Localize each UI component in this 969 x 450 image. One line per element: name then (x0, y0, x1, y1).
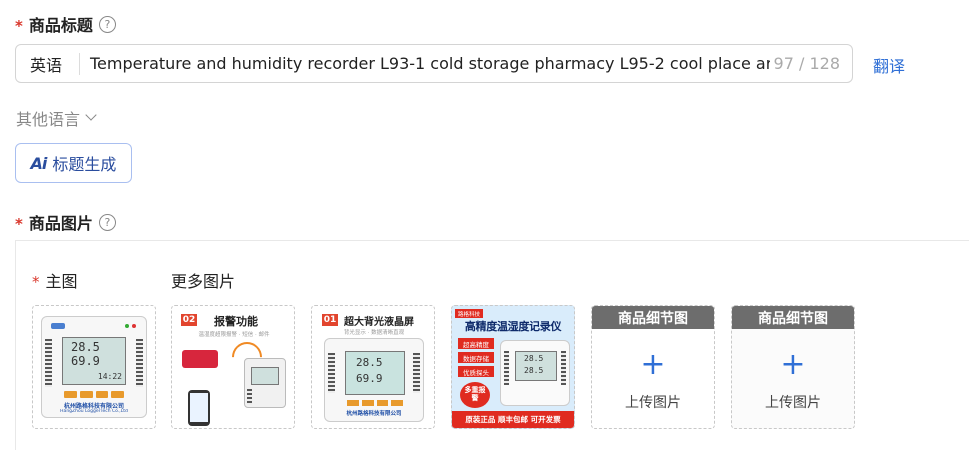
image-field-label: * 商品图片 ? (15, 210, 116, 234)
language-select[interactable]: 英语 (16, 52, 80, 75)
lcd-temperature: 28.5 (71, 340, 100, 354)
title-label-text: 商品标题 (28, 16, 93, 35)
ai-title-generate-button[interactable]: Ai 标题生成 (15, 143, 132, 183)
lcd-humidity: 69.9 (71, 354, 100, 368)
lcd-screen: 28.5 28.5 (515, 351, 557, 381)
feature-title: 报警功能 (214, 315, 258, 328)
side-vent (504, 351, 509, 385)
upload-slot-text: 上传图片 (765, 395, 821, 411)
led-indicator (132, 324, 136, 328)
title-input[interactable]: 英语 Temperature and humidity recorder L93… (15, 44, 853, 83)
upload-slot-detail-image[interactable]: 商品细节图 + 上传图片 (591, 305, 715, 429)
char-counter: 97 / 128 (773, 54, 840, 73)
image-label-text: 商品图片 (28, 214, 93, 233)
feature-badge: 02 (181, 314, 197, 326)
lcd-humidity: 28.5 (524, 366, 544, 375)
promo-title: 高精度温湿度记录仪 (464, 320, 562, 333)
phone-graphic (188, 390, 210, 426)
required-mark: * (15, 17, 23, 35)
brand-tag: 路格科技 (455, 309, 484, 318)
upload-slot-detail-image[interactable]: 商品细节图 + 上传图片 (731, 305, 855, 429)
feature-badge: 01 (322, 314, 338, 326)
company-name-en: HangZhou LoggerTech Co.,Ltd (60, 409, 128, 414)
device-illustration: 28.5 69.9 杭州路格科技有限公司 (324, 338, 424, 422)
title-text-value[interactable]: Temperature and humidity recorder L93-1 … (80, 54, 770, 73)
ai-button-label: 标题生成 (52, 155, 117, 174)
side-vent (45, 339, 52, 387)
lcd-temperature: 28.5 (524, 354, 544, 363)
other-languages-label: 其他语言 (16, 110, 81, 129)
ai-icon: Ai (30, 153, 48, 173)
translate-link[interactable]: 翻译 (873, 53, 905, 77)
button-row (64, 391, 124, 398)
upload-slot-text: 上传图片 (625, 395, 681, 411)
lcd-humidity: 69.9 (356, 372, 383, 385)
feature-caption: 背光显示 · 数据清晰直观 (343, 330, 405, 336)
more-image-thumbnail[interactable]: 02 报警功能 温湿度超限报警 · 短信 · 邮件 (171, 305, 295, 429)
required-mark: * (32, 273, 40, 291)
required-mark: * (15, 215, 23, 233)
image-panel: * 主图 更多图片 28.5 69.9 14:22 杭州路格科技有限公司 Han… (15, 240, 969, 450)
upload-slot-header: 商品细节图 (592, 306, 714, 329)
lcd-screen: 28.5 69.9 (345, 351, 405, 395)
led-indicator (125, 324, 129, 328)
more-images-label: 更多图片 (171, 272, 236, 291)
feature-caption: 温湿度超限报警 · 短信 · 邮件 (198, 332, 270, 338)
help-icon[interactable]: ? (98, 15, 116, 33)
main-image-thumbnail[interactable]: 28.5 69.9 14:22 杭州路格科技有限公司 HangZhou Logg… (32, 305, 156, 429)
button-row (347, 400, 403, 406)
lcd-time: 14:22 (97, 372, 122, 381)
main-image-label-text: 主图 (45, 272, 78, 291)
side-vent (328, 353, 335, 393)
promo-banner: 原装正品 顺丰包邮 可开发票 (452, 411, 574, 428)
main-image-label: * 主图 (32, 268, 78, 292)
lcd-screen: 28.5 69.9 14:22 (62, 337, 126, 385)
title-field-label: * 商品标题 ? (15, 12, 116, 36)
promo-feature: 数据存储 (458, 352, 494, 363)
device-illustration: 28.5 28.5 (500, 340, 570, 406)
feature-title: 超大背光液晶屏 (344, 317, 414, 328)
lcd-temperature: 28.5 (356, 356, 383, 369)
upload-slot-header: 商品细节图 (732, 306, 854, 329)
device-illustration (244, 358, 286, 408)
company-name: 杭州路格科技有限公司 (346, 411, 402, 417)
plus-icon: + (640, 347, 666, 382)
help-icon[interactable]: ? (98, 213, 116, 231)
plus-icon: + (780, 347, 806, 382)
device-illustration: 28.5 69.9 14:22 杭州路格科技有限公司 HangZhou Logg… (41, 316, 147, 418)
other-languages-toggle[interactable]: 其他语言 (16, 106, 97, 130)
side-vent (136, 339, 143, 387)
chevron-down-icon (85, 109, 97, 121)
more-image-thumbnail[interactable]: 01 超大背光液晶屏 背光显示 · 数据清晰直观 28.5 69.9 杭州路格科… (311, 305, 435, 429)
alarm-card-graphic (182, 350, 218, 368)
more-image-thumbnail[interactable]: 路格科技 高精度温湿度记录仪 超高精度 数据存储 优质探头 多重报警 28.5 … (451, 305, 575, 429)
brand-logo (51, 323, 65, 329)
side-vent (561, 351, 566, 385)
promo-badge: 多重报警 (460, 382, 490, 408)
promo-feature: 超高精度 (458, 338, 494, 349)
side-vent (413, 353, 420, 393)
promo-feature: 优质探头 (458, 366, 494, 377)
